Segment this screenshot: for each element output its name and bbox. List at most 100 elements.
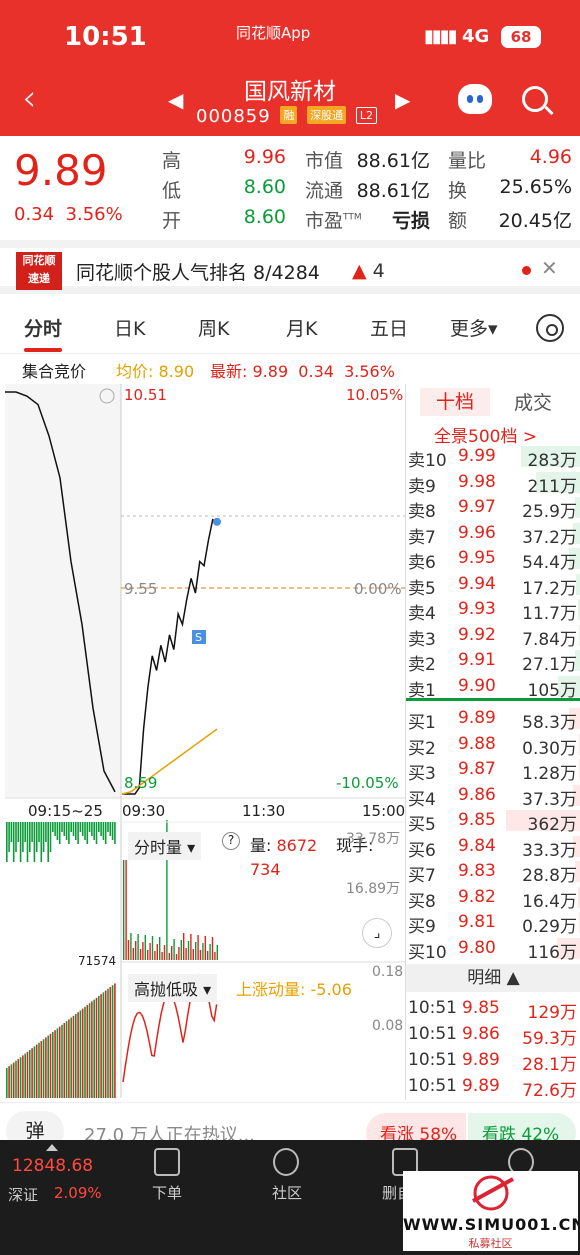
- ask-row[interactable]: 卖3 9.92 7.84万: [406, 623, 580, 650]
- indicator-bar: [52, 1032, 54, 1098]
- bid-row[interactable]: 买3 9.87 1.28万: [406, 757, 580, 784]
- community-icon[interactable]: [273, 1148, 299, 1176]
- news-bar[interactable]: 同花顺 速递 同花顺个股人气排名 8/4284 ▲ 4 ✕: [0, 240, 580, 294]
- assistant-robot-icon[interactable]: [458, 84, 492, 114]
- tab-monthly[interactable]: 月K: [286, 314, 317, 341]
- pe-label: 市盈TTM: [305, 206, 362, 233]
- volume-bar: [173, 939, 175, 960]
- level-price: 9.83: [458, 861, 496, 881]
- bid-row[interactable]: 买2 9.88 0.30万: [406, 732, 580, 759]
- pct-bottom-label: -10.05%: [336, 774, 399, 792]
- tab-trades[interactable]: 成交: [514, 388, 552, 415]
- bid-row[interactable]: 买6 9.84 33.3万: [406, 834, 580, 861]
- bid-row[interactable]: 买4 9.86 37.3万: [406, 783, 580, 810]
- turnover-label: 换: [448, 180, 468, 202]
- auction-volume-bar: [6, 822, 8, 862]
- search-icon[interactable]: [522, 86, 548, 112]
- auction-volume-bar: [10, 822, 13, 842]
- auction-volume-bar: [19, 822, 22, 862]
- tab-five-day[interactable]: 五日: [370, 314, 408, 341]
- auction-volume-bar: [54, 822, 56, 836]
- volume-help-icon[interactable]: ?: [222, 832, 240, 850]
- settings-icon[interactable]: [536, 314, 564, 342]
- index-value[interactable]: 12848.68: [12, 1156, 93, 1176]
- volume-bar: [209, 944, 211, 960]
- indicator-bar: [49, 1033, 52, 1098]
- auction-volume-bar: [77, 822, 79, 844]
- news-logo: 同花顺 速递: [16, 252, 62, 290]
- ask-row[interactable]: 卖4 9.93 11.7万: [406, 597, 580, 624]
- ask-row[interactable]: 卖10 9.99 283万: [406, 444, 580, 471]
- ask-row[interactable]: 卖8 9.97 25.9万: [406, 495, 580, 522]
- avg-label: 均价:: [116, 362, 154, 381]
- ask-row[interactable]: 卖2 9.91 27.1万: [406, 648, 580, 675]
- nav-order[interactable]: 下单: [152, 1182, 182, 1203]
- price-change: 0.34 3.56%: [14, 204, 123, 225]
- indicator-bar: [6, 1068, 8, 1098]
- ask-row[interactable]: 卖9 9.98 211万: [406, 470, 580, 497]
- indicator-bar: [98, 996, 100, 1098]
- indicator-select[interactable]: 高抛低吸 ▾: [128, 974, 218, 1002]
- order-icon[interactable]: [154, 1148, 180, 1176]
- amount-value: 20.45亿: [498, 210, 572, 232]
- indicator-bar: [114, 983, 116, 1098]
- level-price: 9.88: [458, 733, 496, 754]
- tab-daily[interactable]: 日K: [114, 314, 145, 341]
- tab-more[interactable]: 更多▾: [450, 314, 498, 341]
- indicator-bar: [109, 987, 112, 1098]
- clock: 10:51: [64, 22, 147, 52]
- pct-mid-label: 0.00%: [354, 580, 402, 598]
- bid-row[interactable]: 买9 9.81 0.29万: [406, 910, 580, 937]
- auction-volume-bar: [95, 822, 98, 844]
- header: 10:51 同花顺App ▮▮▮▮ 4G 68 ‹ ◀ 国风新材 ▶ 00085…: [0, 0, 580, 136]
- ask-row[interactable]: 卖7 9.96 37.2万: [406, 521, 580, 548]
- auction-volume-bar: [91, 822, 93, 836]
- back-arrow-icon[interactable]: ‹: [22, 78, 36, 119]
- index-expand-icon[interactable]: [46, 1144, 58, 1151]
- tab-ten-levels[interactable]: 十档: [420, 388, 490, 416]
- tab-intraday[interactable]: 分时: [24, 314, 62, 341]
- level-volume: 283万: [527, 451, 577, 471]
- price-line: [122, 518, 218, 795]
- bid-row[interactable]: 买1 9.89 58.3万: [406, 706, 580, 733]
- level-label: 卖7: [408, 527, 436, 548]
- expand-icon[interactable]: ⌟: [362, 918, 392, 948]
- book-tabs: 十档 成交: [406, 384, 580, 420]
- bid-row[interactable]: 买7 9.83 28.8万: [406, 859, 580, 886]
- indicator-label: 高抛低吸: [134, 980, 199, 999]
- close-icon[interactable]: ✕: [541, 256, 558, 280]
- auction-volume-bar: [56, 822, 59, 840]
- level-label: 买7: [408, 866, 436, 886]
- indicator-bar: [29, 1050, 31, 1098]
- float-label: 流通: [305, 180, 344, 202]
- bid-row[interactable]: 买8 9.82 16.4万: [406, 885, 580, 912]
- ask-row[interactable]: 卖5 9.94 17.2万: [406, 572, 580, 599]
- auction-volume-bar: [72, 822, 75, 836]
- auction-volume-bar: [102, 822, 105, 840]
- ask-row[interactable]: 卖1 9.90 105万: [406, 674, 580, 701]
- tab-weekly[interactable]: 周K: [198, 314, 229, 341]
- prev-stock-icon[interactable]: ◀: [168, 88, 183, 112]
- level-volume: 58.3万: [522, 713, 577, 733]
- high-label: 高: [162, 150, 182, 172]
- bid-row[interactable]: 买5 9.85 362万: [406, 808, 580, 835]
- quote-panel: 9.89 0.34 3.56% 高 9.96 低 8.60 开 8.60 市值 …: [0, 136, 580, 240]
- auction-volume-bar: [29, 822, 31, 852]
- indicator-number: -5.06: [310, 980, 352, 999]
- indicator-bar: [86, 1005, 89, 1098]
- open-value: 8.60: [243, 206, 286, 228]
- bid-row[interactable]: 买10 9.80 116万: [406, 936, 580, 963]
- auction-volume-bar: [65, 822, 68, 840]
- auction-volume-bar: [22, 822, 24, 852]
- auction-volume-bar: [58, 822, 61, 844]
- stock-name: 国风新材: [244, 79, 336, 105]
- volume-indicator-select[interactable]: 分时量 ▾: [128, 832, 202, 860]
- trade-price: 9.86: [462, 1024, 500, 1044]
- nav-community[interactable]: 社区: [272, 1182, 302, 1203]
- next-stock-icon[interactable]: ▶: [395, 88, 410, 112]
- ask-row[interactable]: 卖6 9.95 54.4万: [406, 546, 580, 573]
- intraday-chart-area[interactable]: S 10.51 9.55 8.59 10.05% 0.00% -10.05% 0…: [0, 382, 405, 1100]
- indicator-bar: [17, 1059, 20, 1098]
- volume-bar: [195, 942, 197, 960]
- detail-toggle[interactable]: 明细 ▲: [406, 964, 580, 992]
